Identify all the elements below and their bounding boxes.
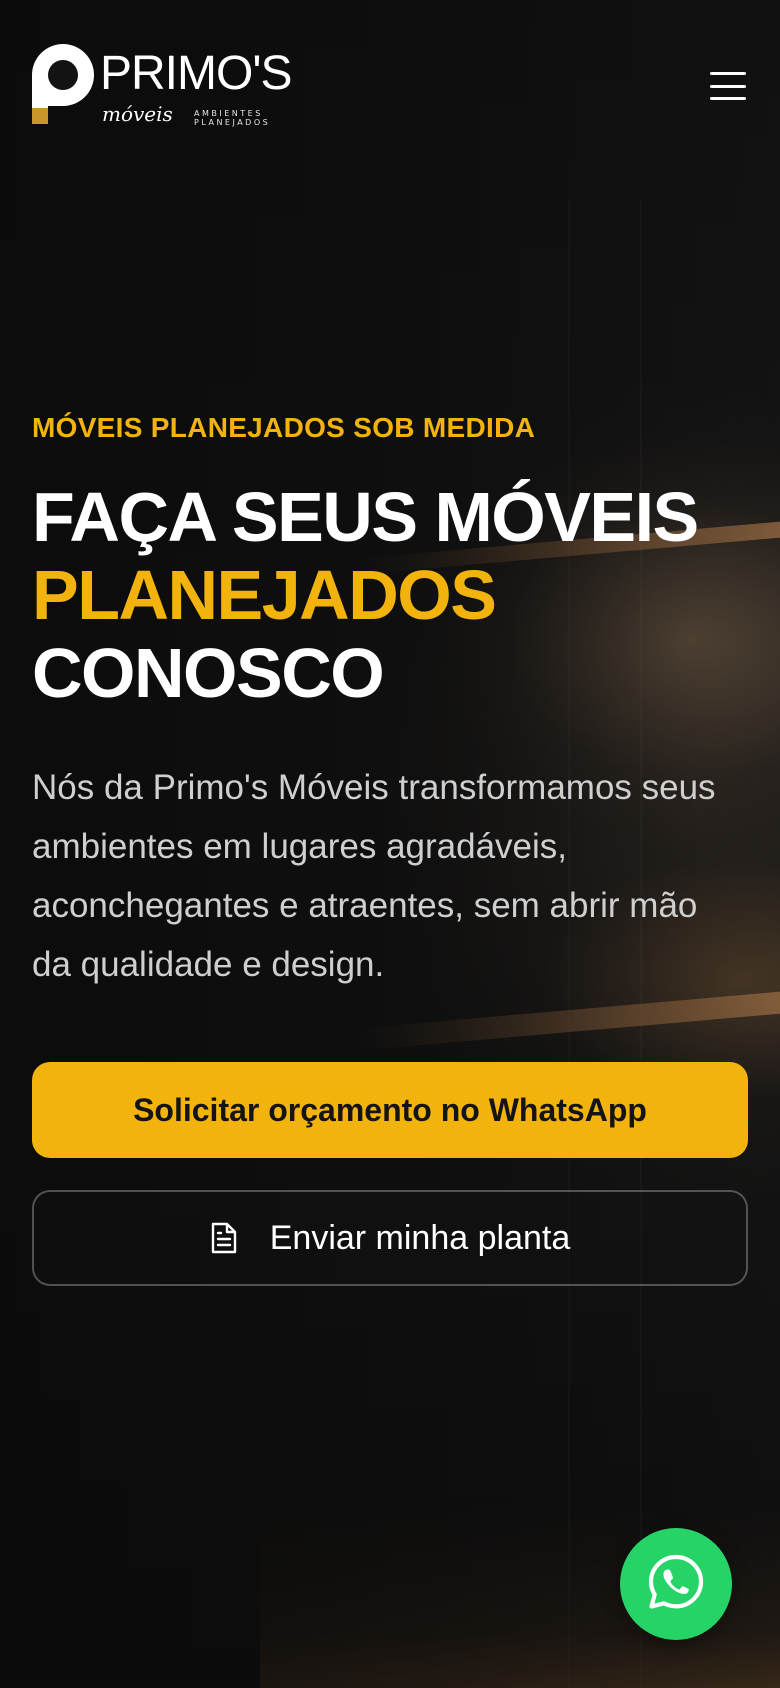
- logo-tagline: AMBIENTES PLANEJADOS: [194, 109, 271, 127]
- hero-title-line-1: FAÇA SEUS MÓVEIS: [32, 478, 699, 556]
- hero-title-line-3: CONOSCO: [32, 634, 385, 712]
- whatsapp-quote-button-label: Solicitar orçamento no WhatsApp: [133, 1091, 647, 1128]
- site-header: PRIMO'S móveis AMBIENTES PLANEJADOS: [32, 44, 748, 128]
- hero-content: MÓVEIS PLANEJADOS SOB MEDIDA FAÇA SEUS M…: [32, 408, 752, 994]
- document-icon: [210, 1222, 238, 1254]
- send-floor-plan-button[interactable]: Enviar minha planta: [32, 1190, 748, 1286]
- logo-mark: [32, 44, 94, 124]
- logo-name: PRIMO'S: [100, 47, 293, 100]
- send-floor-plan-button-label: Enviar minha planta: [269, 1218, 571, 1257]
- logo-wordmark: PRIMO'S móveis AMBIENTES PLANEJADOS: [100, 44, 293, 128]
- hamburger-menu-icon[interactable]: [708, 66, 748, 106]
- hero-description: Nós da Primo's Móveis transformamos seus…: [32, 768, 716, 984]
- whatsapp-quote-button[interactable]: Solicitar orçamento no WhatsApp: [32, 1062, 748, 1158]
- hero-title-line-2: PLANEJADOS: [32, 556, 497, 634]
- hero-eyebrow: MÓVEIS PLANEJADOS SOB MEDIDA: [32, 412, 536, 443]
- logo-sub: móveis: [102, 102, 173, 126]
- whatsapp-icon: [646, 1552, 706, 1617]
- hero-title: FAÇA SEUS MÓVEIS PLANEJADOS CONOSCO: [32, 478, 752, 712]
- whatsapp-floating-button[interactable]: [620, 1528, 732, 1640]
- brand-logo[interactable]: PRIMO'S móveis AMBIENTES PLANEJADOS: [32, 44, 293, 128]
